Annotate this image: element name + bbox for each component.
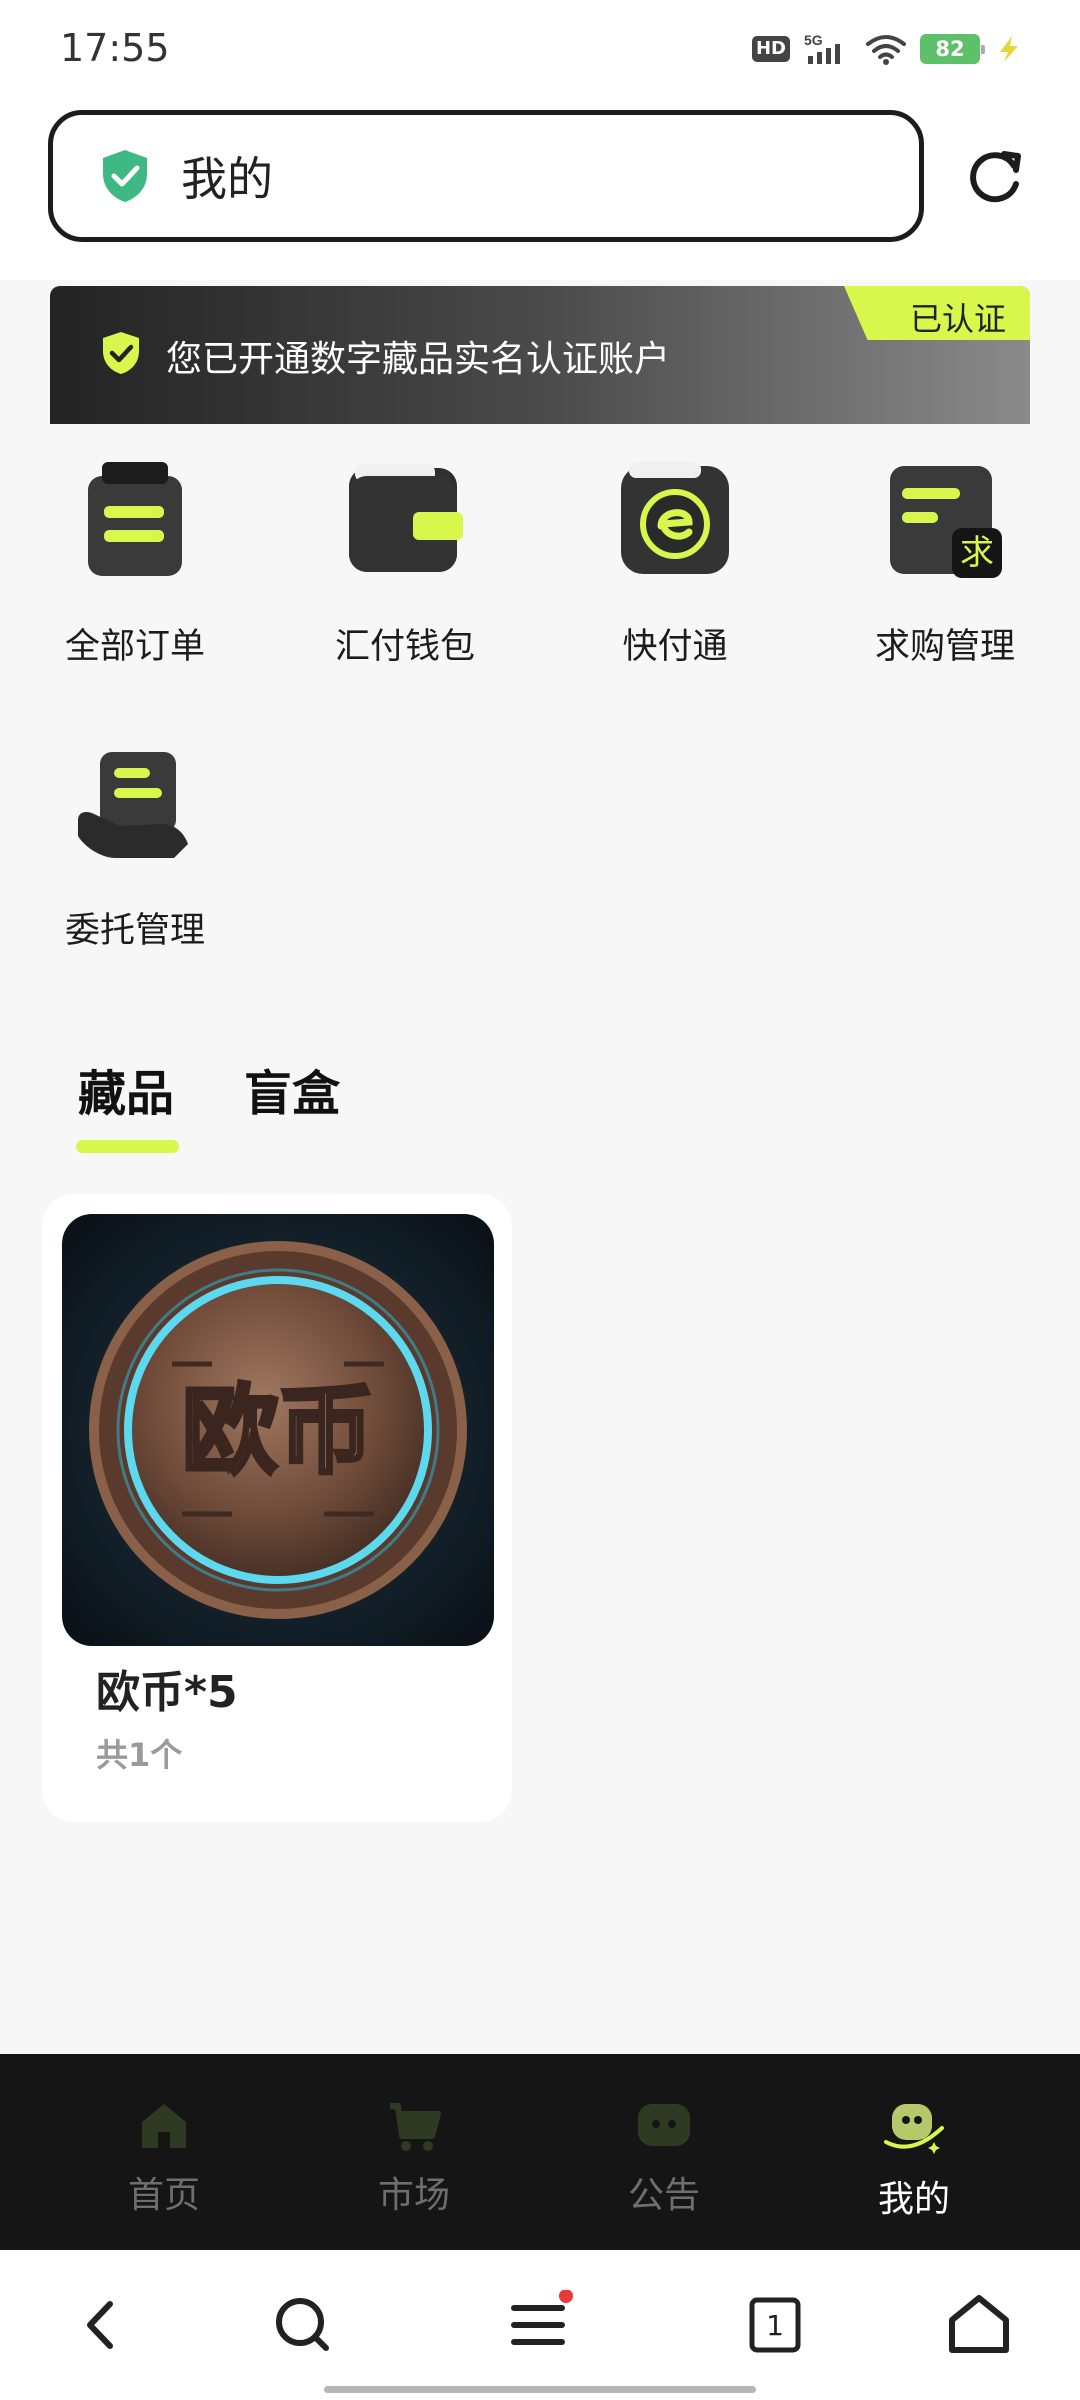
search-icon[interactable] [268,2290,338,2360]
certification-text: 您已开通数字藏品实名认证账户 [166,339,671,380]
status-time: 17:55 [60,26,170,70]
verified-badge-label: 已认证 [909,300,1006,338]
profile-mascot-icon [884,2104,944,2154]
orders-icon [88,462,182,576]
status-icons: HD 5G 82 [751,32,1024,66]
menu-item-quick-pay[interactable]: 快付通 [575,462,775,669]
collection-card[interactable]: 欧币 欧币*5 共1个 [42,1194,512,1822]
purchase-badge-text: 求 [960,533,994,573]
verified-shield-icon [103,332,139,374]
collection-image: 欧币 [62,1214,494,1646]
system-nav-bar: 1 [0,2250,1080,2400]
hd-icon: HD [751,36,790,62]
tab-collectibles[interactable]: 藏品 [78,1054,174,1124]
battery-indicator: 82 [920,34,985,64]
back-icon[interactable] [66,2290,136,2360]
home-button-icon[interactable] [944,2290,1014,2360]
collection-count: 共1个 [96,1736,183,1774]
menu-item-wallet[interactable]: 汇付钱包 [305,462,505,669]
menu-label-quick-pay: 快付通 [622,627,728,667]
coin-image: 欧币 [62,1214,494,1646]
wallet-icon [349,464,463,572]
nav-label-market: 市场 [377,2175,450,2216]
bottom-nav: 首页 市场 公告 我的 [0,2054,1080,2250]
network-label: 5G [804,32,823,48]
nav-item-market[interactable]: 市场 [314,2054,514,2218]
menu-label-all-orders: 全部订单 [64,627,205,667]
address-bar[interactable]: 我的 [48,110,924,242]
tabs-icon[interactable]: 1 [740,2290,810,2360]
nav-label-notice: 公告 [627,2175,700,2216]
address-bar-title: 我的 [181,152,273,206]
collection-title: 欧币*5 [96,1667,238,1718]
verified-badge: 已认证 [844,286,1030,340]
menu-label-wallet: 汇付钱包 [334,627,475,667]
menu-label-purchase-requests: 求购管理 [874,627,1015,667]
cart-icon [390,2103,441,2151]
certification-banner: 您已开通数字藏品实名认证账户 已认证 [50,286,1030,424]
tab-blind-box[interactable]: 盲盒 [244,1054,340,1124]
active-tab-indicator [76,1140,179,1153]
home-icon [142,2104,186,2148]
charging-icon [1000,36,1018,62]
menu-label-consignment: 委托管理 [64,911,205,951]
menu-item-all-orders[interactable]: 全部订单 [35,462,235,669]
menu-item-purchase-requests[interactable]: 求 求购管理 [845,462,1045,669]
notification-dot [559,2290,573,2303]
nav-label-profile: 我的 [877,2179,950,2220]
coin-label: 欧币 [182,1375,374,1487]
gesture-handle[interactable] [324,2386,756,2393]
quick-pay-icon [621,462,729,574]
menu-item-consignment[interactable]: 委托管理 [35,746,235,953]
wifi-icon [866,35,906,65]
nav-item-notice[interactable]: 公告 [564,2054,764,2218]
refresh-icon[interactable] [964,146,1026,208]
nav-item-profile[interactable]: 我的 [814,2054,1014,2222]
consignment-icon [78,752,188,858]
menu-icon[interactable] [504,2290,574,2360]
tab-count: 1 [766,2309,784,2342]
nav-label-home: 首页 [127,2175,200,2216]
chat-icon [638,2104,690,2146]
secure-shield-icon [103,150,147,202]
signal-5g-icon: 5G [804,32,840,64]
status-bar: 17:55 HD 5G 82 [0,0,1080,100]
nav-item-home[interactable]: 首页 [64,2054,264,2218]
purchase-request-icon: 求 [890,466,1002,578]
